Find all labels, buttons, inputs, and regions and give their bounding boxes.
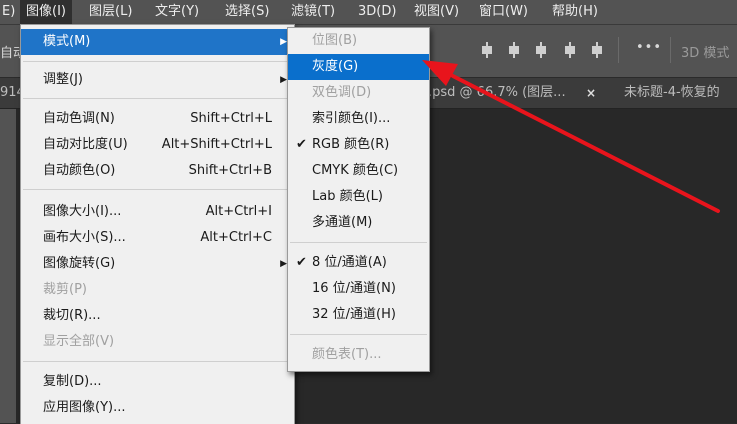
align-top-icon[interactable] — [480, 42, 494, 58]
menubar-item-window[interactable]: 窗口(W) — [473, 0, 534, 24]
mode-item-cmyk[interactable]: CMYK 颜色(C) — [288, 158, 429, 184]
menu-item-label: 模式(M) — [43, 34, 91, 49]
align-horizontal-center-icon[interactable] — [590, 42, 604, 58]
menu-item-label: 调整(J) — [43, 72, 83, 87]
menu-item-label: 灰度(G) — [312, 59, 359, 74]
menu-item-duplicate[interactable]: 复制(D)... — [21, 369, 294, 395]
menubar-item-layer[interactable]: 图层(L) — [83, 0, 138, 24]
submenu-arrow-icon: ▶ — [280, 75, 287, 85]
menu-item-mode[interactable]: 模式(M) ▶ — [21, 29, 294, 55]
menu-item-label: 颜色表(T)... — [312, 347, 382, 362]
menu-item-reveal-all: 显示全部(V) — [21, 329, 294, 355]
menubar-item-edit[interactable]: E) — [0, 0, 21, 24]
menu-item-shortcut: Shift+Ctrl+B — [188, 163, 272, 178]
menu-item-label: 32 位/通道(H) — [312, 307, 396, 322]
menu-item-label: CMYK 颜色(C) — [312, 163, 399, 178]
menu-item-label: 应用图像(Y)... — [43, 400, 126, 415]
document-tab-1[interactable]: .psd @ 66.7% (图层... — [428, 78, 566, 108]
menu-item-label: 8 位/通道(A) — [312, 255, 387, 270]
menu-item-label: 索引颜色(I)... — [312, 111, 391, 126]
document-tab-2[interactable]: 未标题-4-恢复的 — [624, 78, 720, 108]
menu-item-label: 自动对比度(U) — [43, 137, 128, 152]
menu-item-label: 裁剪(P) — [43, 282, 87, 297]
mode-item-grayscale[interactable]: 灰度(G) — [288, 54, 429, 80]
menu-item-label: 双色调(D) — [312, 85, 372, 100]
menu-item-label: 复制(D)... — [43, 374, 102, 389]
mode-item-16-bit[interactable]: 16 位/通道(N) — [288, 276, 429, 302]
mode-item-color-table: 颜色表(T)... — [288, 342, 429, 368]
menu-item-canvas-size[interactable]: 画布大小(S)... Alt+Ctrl+C — [21, 225, 294, 251]
menu-bar: E) 图像(I) 图层(L) 文字(Y) 选择(S) 滤镜(T) 3D(D) 视… — [0, 0, 737, 25]
menu-item-auto-tone[interactable]: 自动色调(N) Shift+Ctrl+L — [21, 106, 294, 132]
more-options-button[interactable]: ••• — [636, 40, 662, 55]
3d-mode-label: 3D 模式 — [681, 46, 730, 61]
menu-item-auto-color[interactable]: 自动颜色(O) Shift+Ctrl+B — [21, 158, 294, 184]
menubar-item-filter[interactable]: 滤镜(T) — [285, 0, 341, 24]
menu-item-shortcut: Alt+Ctrl+I — [205, 204, 272, 219]
menu-item-label: 图像大小(I)... — [43, 204, 122, 219]
menu-item-auto-contrast[interactable]: 自动对比度(U) Alt+Shift+Ctrl+L — [21, 132, 294, 158]
mode-submenu: 位图(B) 灰度(G) 双色调(D) 索引颜色(I)... ✔ RGB 颜色(R… — [287, 27, 430, 372]
menu-item-image-rotation[interactable]: 图像旋转(G) ▶ — [21, 251, 294, 277]
menu-item-label: 显示全部(V) — [43, 334, 115, 349]
toolbar-divider — [670, 37, 671, 63]
menu-item-image-size[interactable]: 图像大小(I)... Alt+Ctrl+I — [21, 199, 294, 225]
checkmark-icon: ✔ — [296, 137, 307, 152]
menu-item-crop: 裁剪(P) — [21, 277, 294, 303]
menu-item-apply-image[interactable]: 应用图像(Y)... — [21, 395, 294, 421]
menu-item-label: RGB 颜色(R) — [312, 137, 390, 152]
menu-separator — [23, 189, 292, 190]
mode-item-8-bit[interactable]: ✔ 8 位/通道(A) — [288, 250, 429, 276]
submenu-arrow-icon: ▶ — [280, 259, 287, 269]
checkmark-icon: ✔ — [296, 255, 307, 270]
mode-item-duotone: 双色调(D) — [288, 80, 429, 106]
menu-item-label: 裁切(R)... — [43, 308, 101, 323]
menu-item-shortcut: Alt+Ctrl+C — [200, 230, 272, 245]
menubar-item-type[interactable]: 文字(Y) — [149, 0, 205, 24]
toolbar-divider — [618, 37, 619, 63]
mode-item-multichannel[interactable]: 多通道(M) — [288, 210, 429, 236]
tools-panel — [0, 109, 16, 423]
mode-item-rgb[interactable]: ✔ RGB 颜色(R) — [288, 132, 429, 158]
menubar-item-select[interactable]: 选择(S) — [219, 0, 275, 24]
align-bottom-icon[interactable] — [534, 42, 548, 58]
menu-separator — [290, 334, 427, 335]
menu-item-label: 多通道(M) — [312, 215, 373, 230]
menubar-item-help[interactable]: 帮助(H) — [546, 0, 604, 24]
menu-item-adjustments[interactable]: 调整(J) ▶ — [21, 67, 294, 93]
mode-item-bitmap: 位图(B) — [288, 28, 429, 54]
mode-item-indexed-color[interactable]: 索引颜色(I)... — [288, 106, 429, 132]
align-vertical-center-icon[interactable] — [507, 42, 521, 58]
align-left-icon[interactable] — [563, 42, 577, 58]
menu-item-trim[interactable]: 裁切(R)... — [21, 303, 294, 329]
menu-item-label: Lab 颜色(L) — [312, 189, 383, 204]
menubar-item-3d[interactable]: 3D(D) — [352, 0, 402, 24]
mode-item-32-bit[interactable]: 32 位/通道(H) — [288, 302, 429, 328]
menu-item-label: 自动色调(N) — [43, 111, 115, 126]
menu-item-label: 画布大小(S)... — [43, 230, 126, 245]
menu-separator — [23, 98, 292, 99]
menu-item-label: 位图(B) — [312, 33, 358, 48]
menubar-item-image[interactable]: 图像(I) — [20, 0, 72, 24]
menu-separator — [290, 242, 427, 243]
close-tab-icon[interactable]: × — [586, 78, 596, 108]
menubar-item-view[interactable]: 视图(V) — [408, 0, 465, 24]
menu-item-label: 自动颜色(O) — [43, 163, 116, 178]
submenu-arrow-icon: ▶ — [280, 37, 287, 47]
menu-item-shortcut: Alt+Shift+Ctrl+L — [161, 137, 272, 152]
menu-item-label: 图像旋转(G) — [43, 256, 116, 271]
mode-item-lab[interactable]: Lab 颜色(L) — [288, 184, 429, 210]
image-menu: 模式(M) ▶ 调整(J) ▶ 自动色调(N) Shift+Ctrl+L 自动对… — [20, 24, 295, 424]
menu-item-shortcut: Shift+Ctrl+L — [190, 111, 272, 126]
menu-separator — [23, 361, 292, 362]
menu-item-label: 16 位/通道(N) — [312, 281, 396, 296]
menu-separator — [23, 61, 292, 62]
